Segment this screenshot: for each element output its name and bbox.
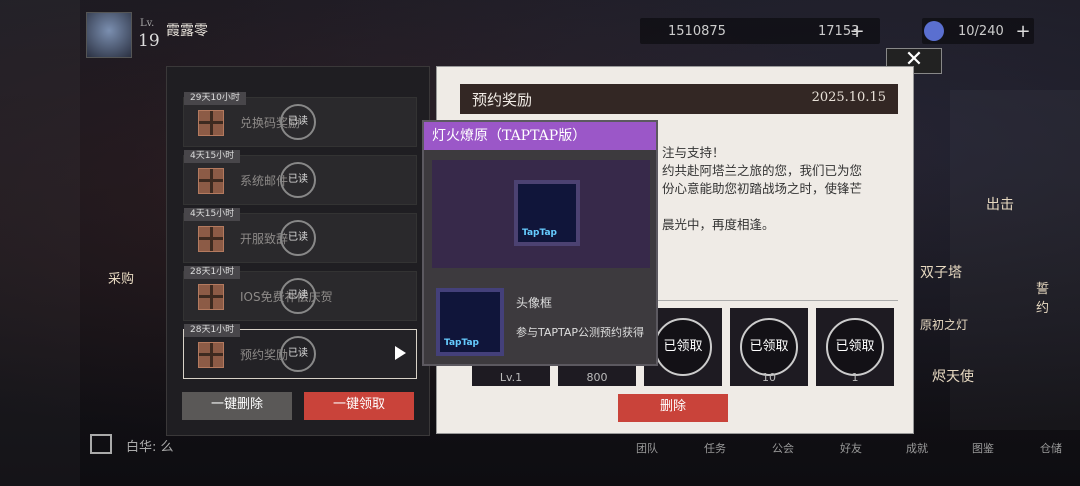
avatar-frame-preview: TapTap — [514, 180, 580, 246]
reward-count: 800 — [586, 371, 608, 384]
level-number: 19 — [138, 31, 160, 51]
avatar-frame-icon: TapTap — [436, 288, 504, 356]
player-avatar[interactable] — [86, 12, 132, 58]
side-menu-oath[interactable]: 誓约 — [1036, 278, 1052, 316]
delete-button[interactable]: 删除 — [618, 394, 728, 422]
read-stamp: 已读 — [280, 162, 316, 198]
mail-detail-header: 预约奖励 2025.10.15 — [460, 84, 898, 114]
item-tooltip-popup: 灯火燎原（TAPTAP版） TapTap TapTap 头像框 参与TAPTAP… — [422, 120, 658, 366]
chat-icon[interactable] — [90, 434, 112, 454]
delete-all-button[interactable]: 一键删除 — [182, 392, 292, 420]
mail-item[interactable]: 4天15小时 开服致辞 已读 — [183, 208, 417, 263]
mail-body-line — [662, 198, 902, 216]
mail-expiry: 29天10小时 — [184, 92, 246, 105]
mail-list-panel: 29天10小时 兑换码奖励 已读 4天15小时 系统邮件 已读 4天15小时 开… — [166, 66, 430, 436]
popup-banner: TapTap — [432, 160, 650, 268]
mail-item[interactable]: 28天1小时 IOS免费补偿庆贺 已读 — [183, 266, 417, 321]
reward-count: 10 — [762, 371, 776, 384]
left-menu-collect[interactable]: 采购 — [108, 268, 134, 287]
item-name: 头像框 — [516, 296, 553, 310]
reward-count: Lv.1 — [499, 371, 523, 384]
mail-body: 注与支持！ 约共赴阿塔兰之旅的您，我们已为您 份心意能助您初踏战场之时，使锋芒 … — [662, 144, 902, 234]
resource-stamina-plus[interactable]: + — [1012, 21, 1034, 42]
mail-detail-title: 预约奖励 — [472, 91, 533, 109]
play-icon — [395, 346, 406, 360]
nav-achievement[interactable]: 成就 — [906, 440, 928, 456]
taptap-logo: TapTap — [444, 338, 479, 348]
side-menu-ember-angel[interactable]: 烬天使 — [932, 366, 974, 386]
mail-expiry: 4天15小时 — [184, 150, 241, 163]
level-label: Lv. — [140, 18, 155, 29]
chat-preview[interactable]: 白华: 么 — [126, 436, 174, 455]
read-stamp: 已读 — [280, 278, 316, 314]
mail-body-line: 注与支持！ — [662, 145, 725, 160]
side-menu-origin-lamp[interactable]: 原初之灯 — [920, 316, 968, 333]
gift-icon — [198, 226, 224, 252]
taptap-logo: TapTap — [522, 228, 557, 238]
mail-expiry: 28天1小时 — [184, 324, 241, 337]
gift-icon — [198, 284, 224, 310]
mail-body-line: 晨光中，再度相逢。 — [662, 217, 775, 232]
claimed-stamp: 已领取 — [740, 318, 798, 376]
stamina-icon — [924, 21, 944, 41]
reward-count: 1 — [851, 371, 859, 384]
reward-item[interactable]: 已领取 10 — [730, 308, 808, 386]
mail-item-selected[interactable]: 28天1小时 预约奖励 已读 — [183, 324, 417, 379]
nav-team[interactable]: 团队 — [636, 440, 658, 456]
claim-all-button[interactable]: 一键领取 — [304, 392, 414, 420]
mail-expiry: 4天15小时 — [184, 208, 241, 221]
popup-title: 灯火燎原（TAPTAP版） — [424, 122, 656, 150]
mail-item[interactable]: 4天15小时 系统邮件 已读 — [183, 150, 417, 205]
read-stamp: 已读 — [280, 220, 316, 256]
mail-expiry: 28天1小时 — [184, 266, 241, 279]
mail-body-line: 份心意能助您初踏战场之时，使锋芒 — [662, 181, 863, 196]
nav-quest[interactable]: 任务 — [704, 440, 726, 456]
item-description: 参与TAPTAP公测预约获得 — [516, 326, 645, 339]
player-name: 霞露零 — [166, 23, 208, 39]
nav-friends[interactable]: 好友 — [840, 440, 862, 456]
read-stamp: 已读 — [280, 104, 316, 140]
claimed-stamp: 已领取 — [826, 318, 884, 376]
side-menu-twin-tower[interactable]: 双子塔 — [920, 262, 962, 282]
nav-codex[interactable]: 图鉴 — [972, 440, 994, 456]
nav-storage[interactable]: 仓储 — [1040, 440, 1062, 456]
claimed-stamp: 已领取 — [654, 318, 712, 376]
gift-icon — [198, 342, 224, 368]
mail-item[interactable]: 29天10小时 兑换码奖励 已读 — [183, 92, 417, 147]
mail-body-line: 约共赴阿塔兰之旅的您，我们已为您 — [662, 163, 863, 178]
read-stamp: 已读 — [280, 336, 316, 372]
side-menu-sortie[interactable]: 出击 — [986, 194, 1014, 214]
gift-icon — [198, 110, 224, 136]
reward-item[interactable]: 已领取 1 — [816, 308, 894, 386]
resource-gem-value: 17153 — [818, 23, 860, 39]
mail-detail-date: 2025.10.15 — [811, 90, 886, 105]
gift-icon — [198, 168, 224, 194]
nav-guild[interactable]: 公会 — [772, 440, 794, 456]
resource-gem: 17153 — [790, 18, 900, 44]
